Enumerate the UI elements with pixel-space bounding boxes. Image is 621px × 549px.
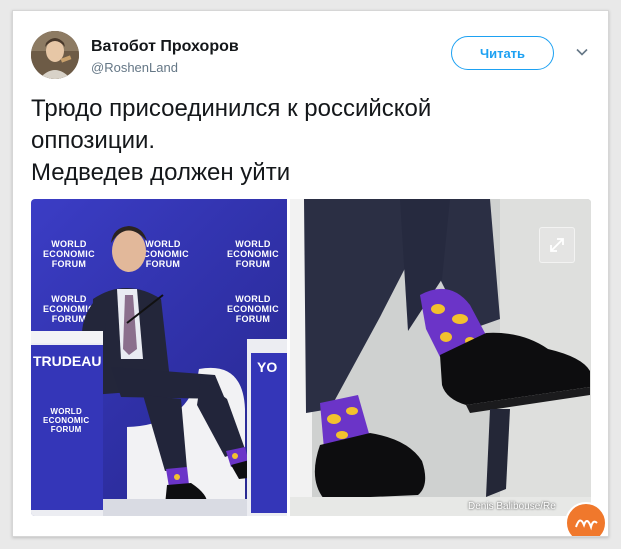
podium-name-label: TRUDEAU bbox=[33, 353, 102, 369]
watermark-logo bbox=[565, 502, 607, 536]
tweet-text: Трюдо присоединился к российской оппозиц… bbox=[31, 93, 591, 189]
tweet-line: оппозиции. bbox=[31, 127, 156, 154]
wef-logo: WORLD ECONOMIC FORUM bbox=[43, 407, 89, 434]
chevron-down-icon[interactable] bbox=[573, 43, 591, 61]
expand-arrows-icon[interactable] bbox=[539, 227, 575, 263]
wef-logo-line: ECONOMIC bbox=[43, 416, 90, 425]
wef-logo-line: WORLD bbox=[50, 407, 83, 416]
tweet-card: Ватобот Прохоров @RoshenLand Читать Трюд… bbox=[12, 10, 609, 537]
podium-right-label: YO bbox=[257, 359, 278, 375]
wef-logo-line: FORUM bbox=[50, 425, 82, 434]
user-handle[interactable]: @RoshenLand bbox=[91, 60, 178, 75]
photo-credit: Denis Balibouse/Re bbox=[468, 501, 556, 512]
follow-button[interactable]: Читать bbox=[451, 36, 554, 70]
podium-left: TRUDEAU WORLD ECONOMIC FORUM bbox=[31, 331, 103, 516]
avatar[interactable] bbox=[31, 31, 79, 79]
tweet-line: Трюдо присоединился к российской bbox=[31, 95, 432, 122]
tweet-media[interactable]: WORLD ECONOMIC FORUM WORLD ECONOMIC FORU… bbox=[31, 199, 591, 516]
photo-trudeau-stage[interactable]: WORLD ECONOMIC FORUM WORLD ECONOMIC FORU… bbox=[31, 199, 287, 516]
podium-right: YO bbox=[247, 339, 287, 516]
user-name[interactable]: Ватобот Прохоров bbox=[91, 38, 239, 56]
tweet-line: Медведев должен уйти bbox=[31, 159, 291, 186]
